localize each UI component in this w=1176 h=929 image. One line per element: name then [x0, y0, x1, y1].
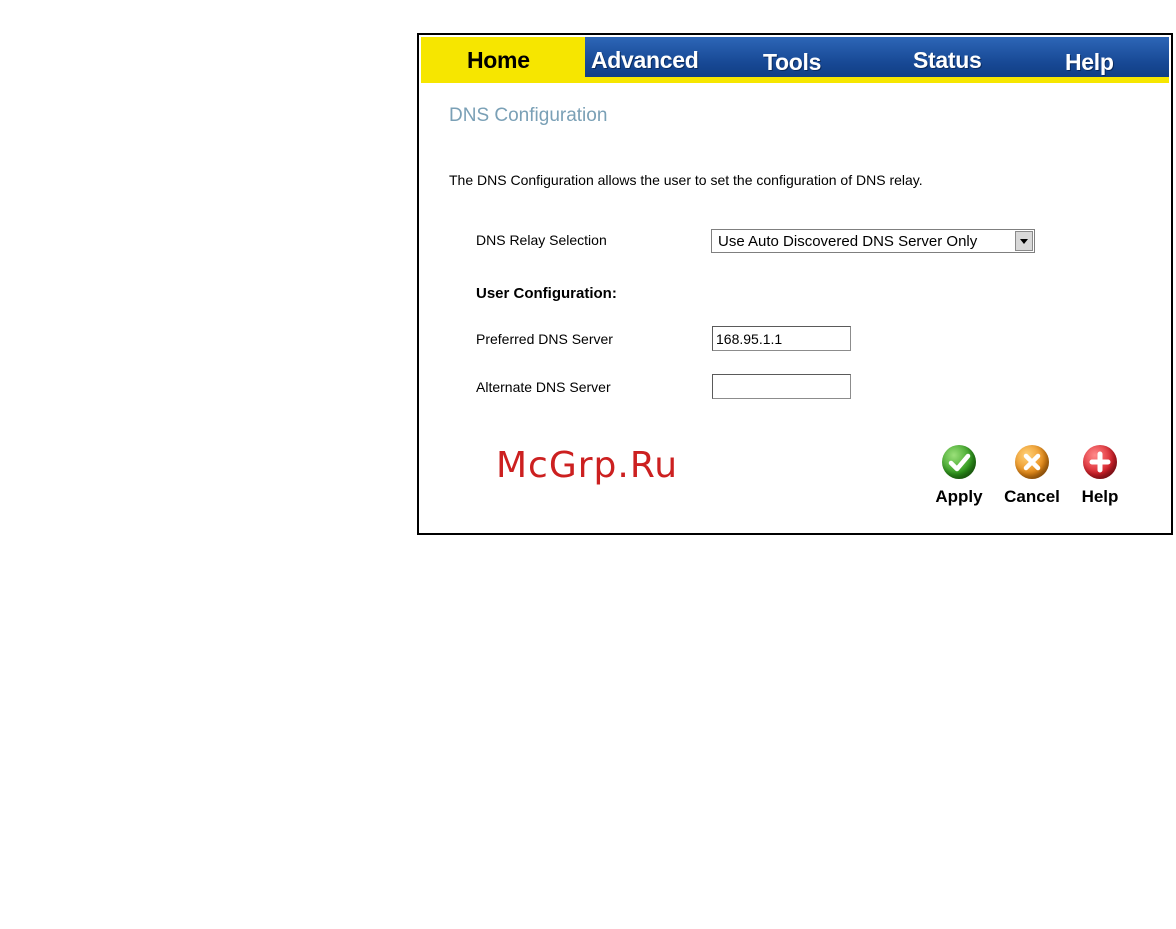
cancel-button[interactable]: Cancel [997, 445, 1067, 511]
close-icon [1015, 445, 1049, 479]
relay-selection-dropdown[interactable]: Use Auto Discovered DNS Server Only [711, 229, 1035, 253]
relay-selection-label: DNS Relay Selection [476, 232, 607, 248]
tab-home[interactable]: Home [421, 37, 585, 81]
user-config-heading: User Configuration: [476, 285, 617, 302]
cancel-label: Cancel [1004, 487, 1060, 506]
dns-config-panel: Home Advanced Tools Status Help DNS Conf… [417, 33, 1173, 535]
tab-underline [421, 77, 1169, 83]
tab-status[interactable]: Status [889, 37, 1037, 81]
alternate-dns-label: Alternate DNS Server [476, 379, 611, 395]
chevron-down-icon[interactable] [1015, 231, 1033, 251]
tab-help[interactable]: Help [1037, 37, 1169, 81]
plus-icon [1083, 445, 1117, 479]
page-title: DNS Configuration [449, 105, 608, 126]
apply-button[interactable]: Apply [924, 445, 994, 511]
help-label: Help [1081, 487, 1119, 506]
watermark-text: McGrp.Ru [496, 445, 679, 486]
tab-advanced[interactable]: Advanced [585, 37, 737, 81]
alternate-dns-input[interactable] [712, 374, 851, 399]
preferred-dns-input[interactable] [712, 326, 851, 351]
page-description: The DNS Configuration allows the user to… [449, 172, 923, 188]
tab-tools[interactable]: Tools [737, 37, 889, 81]
nav-tabs: Home Advanced Tools Status Help [421, 37, 1169, 81]
apply-label: Apply [935, 487, 983, 506]
relay-selection-value: Use Auto Discovered DNS Server Only [718, 233, 978, 250]
preferred-dns-label: Preferred DNS Server [476, 331, 613, 347]
help-button[interactable]: Help [1065, 445, 1135, 511]
checkmark-icon [942, 445, 976, 479]
